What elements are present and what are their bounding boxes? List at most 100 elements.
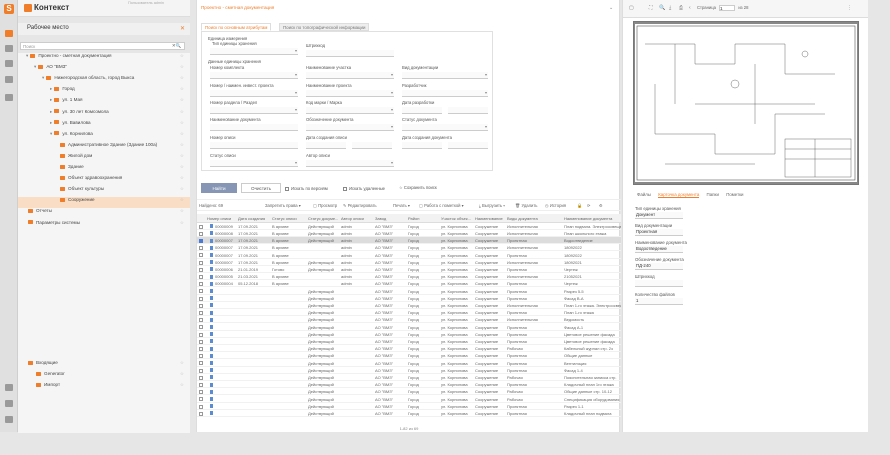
app-logo-icon[interactable]: S: [4, 4, 14, 14]
table-row[interactable]: Действующий АО "ВМЗ" Город ул. Корнилова Соо…: [197, 345, 621, 353]
column-header[interactable]: Дата создания: [238, 216, 271, 221]
row-checkbox[interactable]: [199, 289, 203, 294]
row-checkbox[interactable]: [199, 224, 203, 229]
tree-item[interactable]: Входящие ☆: [18, 360, 190, 371]
star-icon[interactable]: ☆: [180, 175, 184, 181]
star-icon[interactable]: ☆: [180, 131, 184, 137]
table-row[interactable]: Действующий АО "ВМЗ" Город ул. Корнилова Соо…: [197, 381, 621, 389]
storage-type-value[interactable]: Документ: [635, 212, 683, 219]
complect-select[interactable]: [210, 72, 298, 79]
tree-search-input[interactable]: Поиск ✕🔍: [20, 42, 185, 50]
tab-folders[interactable]: Папки: [707, 192, 719, 197]
table-row[interactable]: 00000009 17.09.2021 В архиве Действующий adm…: [197, 223, 621, 230]
chevron-down-icon[interactable]: ▾: [34, 64, 36, 69]
edit-button[interactable]: ✎ Редактировать: [343, 203, 377, 208]
table-row[interactable]: Действующий АО "ВМЗ" Город ул. Корнилова Соо…: [197, 389, 621, 396]
table-row[interactable]: Действующий АО "ВМЗ" Город ул. Корнилова Соо…: [197, 360, 621, 367]
print-menu[interactable]: Печать ▾: [393, 203, 410, 208]
column-header[interactable]: Номер описи: [207, 216, 237, 221]
barcode-input[interactable]: [306, 50, 394, 57]
column-header[interactable]: Статус докуме...: [308, 216, 340, 221]
row-checkbox[interactable]: [199, 318, 203, 323]
list-status-select[interactable]: [210, 160, 298, 167]
info-icon[interactable]: [5, 384, 13, 391]
rights-menu[interactable]: Запретить права ▾: [265, 203, 301, 208]
exit-icon[interactable]: [5, 416, 13, 423]
row-checkbox[interactable]: [199, 310, 203, 315]
tree-item[interactable]: Здание ☆: [18, 164, 190, 175]
section-name-select[interactable]: [306, 72, 394, 79]
tree-item[interactable]: Сооружение ☆: [18, 197, 190, 209]
tree-item[interactable]: Объект здравоохранения ☆: [18, 175, 190, 186]
doc-mark-value[interactable]: ПД-240: [635, 263, 683, 270]
tab-labels[interactable]: Пометки: [726, 192, 743, 197]
download-icon[interactable]: ⤓: [669, 5, 671, 11]
sidebar-toggle-icon[interactable]: ▢: [629, 5, 634, 11]
tree-item[interactable]: Generator ☆: [18, 371, 190, 382]
tab-files[interactable]: Файлы: [637, 192, 651, 197]
list-date-to[interactable]: [352, 142, 392, 149]
row-checkbox[interactable]: [199, 361, 203, 366]
star-icon[interactable]: ☆: [180, 142, 184, 148]
list-author-select[interactable]: [306, 160, 394, 167]
table-row[interactable]: Действующий АО "ВМЗ" Город ул. Корнилова Соо…: [197, 288, 621, 295]
doc-date-from[interactable]: [402, 142, 442, 149]
row-checkbox[interactable]: [199, 231, 203, 236]
page-input[interactable]: 1: [719, 5, 736, 11]
tab-main-attributes[interactable]: Поиск по основным атрибутам: [201, 23, 272, 31]
search-deleted-checkbox[interactable]: Искать удаленные: [343, 186, 385, 191]
tree-item[interactable]: Объект культуры ☆: [18, 186, 190, 197]
star-icon[interactable]: ☆: [180, 75, 184, 81]
doc-kind-value[interactable]: Проектная: [635, 229, 683, 236]
star-icon[interactable]: ☆: [180, 86, 184, 92]
doc-date-to[interactable]: [448, 142, 488, 149]
tab-topo-info[interactable]: Поиск по топографической информации: [279, 23, 370, 31]
chevron-right-icon[interactable]: ▸: [50, 109, 52, 114]
row-checkbox[interactable]: [199, 303, 203, 308]
tree-item[interactable]: ▸ ул. 30 лет Комсомола ☆: [18, 109, 190, 120]
table-row[interactable]: Действующий АО "ВМЗ" Город ул. Корнилова Соо…: [197, 309, 621, 317]
row-checkbox[interactable]: [199, 274, 203, 279]
tree-item[interactable]: Импорт ☆: [18, 382, 190, 393]
refresh-icon[interactable]: ⟳: [587, 203, 591, 208]
tree-item[interactable]: ▾ ул. Корнилова ☆: [18, 131, 190, 142]
column-header[interactable]: Наименование: [475, 216, 506, 221]
tree-item[interactable]: ▾ Нижегородская область, город Выкса ☆: [18, 75, 190, 86]
export-menu[interactable]: ⤓ Выгрузить ▾: [479, 203, 505, 208]
row-checkbox[interactable]: [199, 339, 203, 344]
tree-item[interactable]: ▸ ул. 1 Мая ☆: [18, 97, 190, 108]
tree-item[interactable]: Параметры системы ☆: [18, 220, 190, 231]
column-header[interactable]: Наименование документа: [564, 216, 621, 221]
table-row[interactable]: Действующий АО "ВМЗ" Город ул. Корнилова Соо…: [197, 353, 621, 360]
row-checkbox[interactable]: [199, 404, 203, 409]
tree-item[interactable]: Жилой дом ☆: [18, 153, 190, 164]
table-row[interactable]: Действующий АО "ВМЗ" Город ул. Корнилова Соо…: [197, 331, 621, 338]
chevron-right-icon[interactable]: ▸: [50, 86, 52, 91]
history-icon[interactable]: [5, 76, 13, 83]
row-checkbox[interactable]: [199, 296, 203, 301]
chevron-right-icon[interactable]: ▸: [50, 97, 52, 102]
column-header[interactable]: Район: [408, 216, 440, 221]
table-row[interactable]: Действующий АО "ВМЗ" Город ул. Корнилова Соо…: [197, 403, 621, 410]
favorites-icon[interactable]: [5, 94, 13, 101]
collapse-icon[interactable]: ⌄: [609, 5, 613, 11]
dev-date-from[interactable]: [402, 107, 442, 114]
chevron-down-icon[interactable]: ▾: [50, 131, 52, 136]
table-row[interactable]: 00000004 05.12.2018 В архиве admin АО "ВМЗ" Г…: [197, 281, 621, 288]
print-icon[interactable]: ⎙: [679, 5, 683, 11]
row-checkbox[interactable]: [199, 246, 203, 251]
table-row[interactable]: 00000007 17.09.2021 В архиве Действующий adm…: [197, 259, 621, 266]
chevron-right-icon[interactable]: ▸: [50, 120, 52, 125]
delete-button[interactable]: 🗑 Удалить: [515, 203, 537, 209]
row-checkbox[interactable]: [199, 260, 203, 265]
tree-item[interactable]: ▸ Город ☆: [18, 86, 190, 97]
tree-item[interactable]: ▾ АО "ВМЗ" ☆: [18, 64, 190, 75]
star-icon[interactable]: ☆: [180, 382, 184, 388]
table-row[interactable]: Действующий АО "ВМЗ" Город ул. Корнилова Соо…: [197, 338, 621, 346]
row-checkbox[interactable]: [199, 332, 203, 337]
zoom-icon[interactable]: 🔍: [659, 5, 665, 11]
column-header[interactable]: Автор описи: [341, 216, 374, 221]
tree-item[interactable]: ▸ ул. Вавилова ☆: [18, 120, 190, 131]
dev-date-to[interactable]: [448, 107, 488, 114]
user-name[interactable]: Пользователь admin: [128, 1, 164, 5]
